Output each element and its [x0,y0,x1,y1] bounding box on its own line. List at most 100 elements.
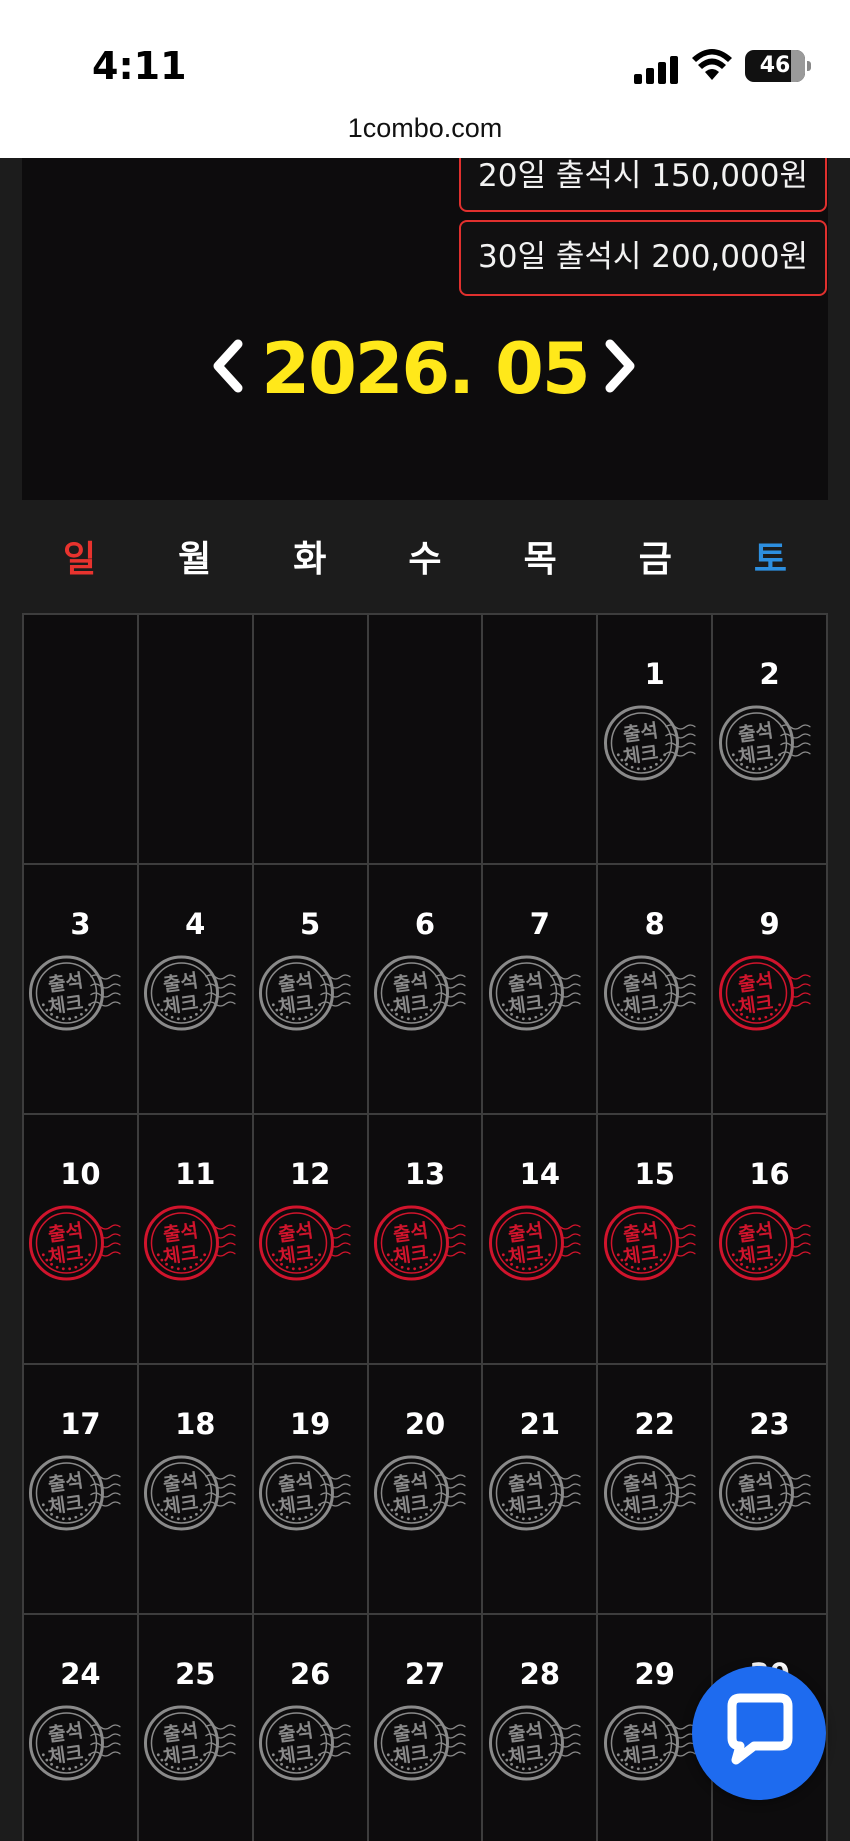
attendance-stamp-icon: 출석체크 [373,1705,466,1781]
attendance-stamp-checked-icon: 출석체크 [603,1205,696,1281]
weekday-sunday: 일 [63,539,97,580]
month-title: 2026. 05 [261,328,590,410]
chat-button[interactable] [692,1666,826,1800]
svg-text:체크: 체크 [622,1742,660,1769]
svg-text:체크: 체크 [622,742,660,769]
attendance-stamp-checked-icon: 출석체크 [373,1205,466,1281]
chevron-left-icon[interactable] [208,336,248,396]
calendar-day-cell[interactable]: 4 출석 체크 [138,865,254,1115]
attendance-stamp-icon: 출석체크 [718,1455,811,1531]
svg-text:체크: 체크 [47,1742,85,1769]
reward-badge-20-days: 20일 출석시 150,000원 [459,158,827,212]
calendar-empty-cell [253,615,369,865]
attendance-stamp-icon: 출석체크 [144,955,236,1031]
calendar-day-cell[interactable]: 5 출석 체크 [253,865,369,1115]
attendance-stamp-checked-icon: 출석체크 [144,1205,236,1281]
attendance-stamp-icon: 출석체크 [373,955,466,1031]
attendance-stamp-icon: 출석체크 [144,1455,236,1531]
attendance-stamp-icon: 출석체크 [488,955,581,1031]
day-number: 9 [759,907,780,941]
attendance-stamp-icon: 출석체크 [29,1705,121,1781]
attendance-stamp-icon: 출석체크 [488,1705,581,1781]
weekday-wednesday: 수 [408,539,442,580]
attendance-stamp-checked-icon: 출석체크 [259,1205,351,1281]
calendar-day-cell[interactable]: 2 출석 체크 [713,615,828,865]
attendance-stamp-icon: 출석체크 [603,705,696,781]
address-bar[interactable]: 1combo.com [0,104,850,158]
attendance-stamp-icon: 출석체크 [29,1455,121,1531]
calendar-day-cell[interactable]: 18 출석 체크 [138,1365,254,1615]
calendar-day-cell[interactable]: 1 출석 체크 [598,615,714,865]
calendar-day-cell[interactable]: 19 출석 체크 [253,1365,369,1615]
day-number: 21 [519,1407,561,1441]
cellular-signal-icon [634,54,680,84]
calendar-day-cell[interactable]: 9 출석 체크 [713,865,828,1115]
svg-text:체크: 체크 [507,992,545,1019]
calendar-day-cell[interactable]: 20 출석 체크 [368,1365,484,1615]
weekday-header: 일 월 화 수 목 금 토 [22,500,828,598]
calendar-empty-cell [138,615,254,865]
status-bar: 4:11 46 [0,0,850,115]
calendar-day-cell[interactable]: 26 출석 체크 [253,1615,369,1841]
attendance-stamp-icon: 출석체크 [603,1705,696,1781]
calendar-day-cell[interactable]: 21 출석 체크 [483,1365,599,1615]
day-number: 5 [300,907,321,941]
calendar-day-cell[interactable]: 13 출석 체크 [368,1115,484,1365]
calendar-day-cell[interactable]: 15 출석 체크 [598,1115,714,1365]
calendar-day-cell[interactable]: 17 출석 체크 [24,1365,139,1615]
attendance-stamp-icon: 출석체크 [144,1705,236,1781]
attendance-stamp-checked-icon: 출석체크 [718,955,811,1031]
svg-text:체크: 체크 [507,1742,545,1769]
svg-text:체크: 체크 [47,1492,85,1519]
day-number: 4 [185,907,206,941]
calendar-day-cell[interactable]: 3 출석 체크 [24,865,139,1115]
day-number: 11 [175,1157,216,1191]
calendar-day-cell[interactable]: 6 출석 체크 [368,865,484,1115]
day-number: 3 [70,907,91,941]
svg-text:체크: 체크 [392,1492,430,1519]
calendar-day-cell[interactable]: 7 출석 체크 [483,865,599,1115]
day-number: 1 [644,657,665,691]
svg-text:체크: 체크 [277,1742,315,1769]
calendar-day-cell[interactable]: 22 출석 체크 [598,1365,714,1615]
day-number: 28 [519,1657,561,1691]
calendar-day-cell[interactable]: 23 출석 체크 [713,1365,828,1615]
calendar-day-cell[interactable]: 10 출석 체크 [24,1115,139,1365]
weekday-thursday: 목 [523,539,557,580]
calendar-day-cell[interactable]: 14 출석 체크 [483,1115,599,1365]
calendar-day-cell[interactable]: 11 출석 체크 [138,1115,254,1365]
svg-text:체크: 체크 [507,1492,545,1519]
calendar-day-cell[interactable]: 27 출석 체크 [368,1615,484,1841]
calendar-day-cell[interactable]: 8 출석 체크 [598,865,714,1115]
day-number: 22 [634,1407,675,1441]
day-number: 13 [404,1157,446,1191]
calendar-grid: 1 출석 체크 2 출석 체크 3 출석 체크 4 출석 체크 5 출석 체크 6 출석 체크 7 출석 체크 8 출석 체크… [22,613,828,1841]
day-number: 12 [289,1157,331,1191]
calendar-day-cell[interactable]: 16 출석 체크 [713,1115,828,1365]
day-number: 7 [529,907,550,941]
calendar-day-cell[interactable]: 28 출석 체크 [483,1615,599,1841]
attendance-stamp-checked-icon: 출석체크 [29,1205,121,1281]
chat-bubble-icon [727,1693,793,1765]
day-number: 18 [175,1407,216,1441]
calendar-day-cell[interactable]: 12 출석 체크 [253,1115,369,1365]
svg-text:체크: 체크 [162,1742,200,1769]
svg-text:체크: 체크 [736,742,774,769]
day-number: 14 [519,1157,561,1191]
attendance-stamp-icon: 출석체크 [259,1455,351,1531]
chevron-right-icon[interactable] [600,336,640,396]
attendance-stamp-icon: 출석체크 [603,1455,696,1531]
attendance-stamp-icon: 출석체크 [259,955,351,1031]
svg-text:체크: 체크 [277,1492,315,1519]
calendar-empty-cell [483,615,599,865]
attendance-stamp-icon: 출석체크 [488,1455,581,1531]
attendance-stamp-icon: 출석체크 [603,955,696,1031]
svg-text:체크: 체크 [392,992,430,1019]
battery-icon: 46 [745,50,811,82]
day-number: 20 [404,1407,446,1441]
weekday-monday: 월 [178,539,212,580]
calendar-day-cell[interactable]: 24 출석 체크 [24,1615,139,1841]
calendar-day-cell[interactable]: 25 출석 체크 [138,1615,254,1841]
url-text: 1combo.com [347,113,503,143]
attendance-stamp-checked-icon: 출석체크 [488,1205,581,1281]
